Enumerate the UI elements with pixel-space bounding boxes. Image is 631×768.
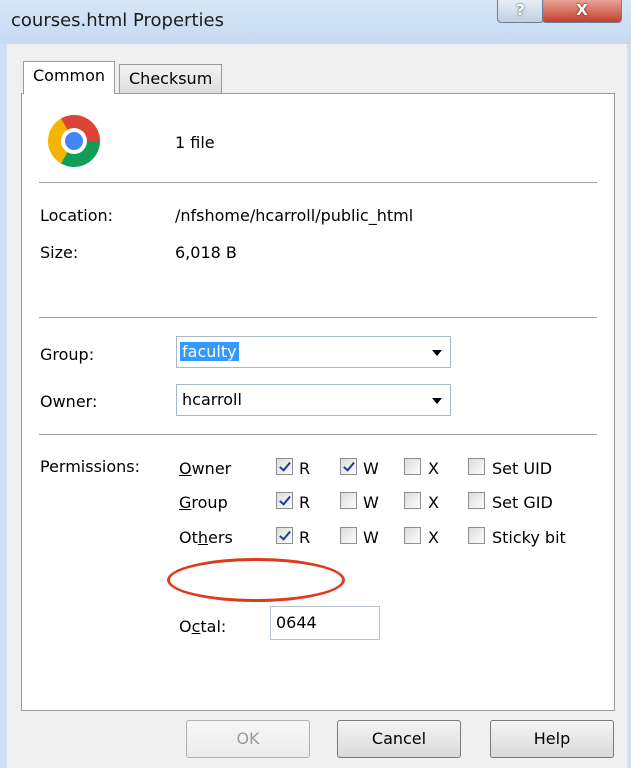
group-read-checkbox[interactable]	[276, 492, 293, 509]
perm-row-group-label: Group	[179, 493, 228, 512]
chevron-down-icon[interactable]	[432, 350, 442, 356]
others-execute-label: X	[428, 528, 439, 547]
others-read-checkbox[interactable]	[276, 527, 293, 544]
perm-row-owner-label: Owner	[179, 459, 232, 478]
octal-value: 0644	[276, 613, 317, 632]
tab-panel-common: 1 file Location: /nfshome/hcarroll/publi…	[21, 93, 615, 711]
owner-execute-checkbox[interactable]	[404, 458, 421, 475]
size-value: 6,018 B	[175, 243, 237, 262]
sticky-bit-label: Sticky bit	[492, 528, 566, 547]
title-bar: courses.html Properties ? X	[0, 0, 631, 44]
help-button[interactable]: Help	[490, 720, 614, 758]
separator	[39, 182, 597, 183]
dialog-body: Common Checksum 1 file Location: /nfshom…	[7, 44, 627, 768]
tab-checksum[interactable]: Checksum	[119, 64, 223, 94]
owner-write-label: W	[363, 459, 379, 478]
group-read-label: R	[299, 493, 311, 512]
help-title-button[interactable]: ?	[497, 0, 544, 23]
tab-common[interactable]: Common	[23, 61, 116, 94]
set-gid-checkbox[interactable]	[468, 492, 485, 509]
group-write-label: W	[363, 493, 379, 512]
highlight-circle	[167, 558, 345, 602]
ok-button[interactable]: OK	[186, 720, 310, 758]
group-execute-checkbox[interactable]	[404, 492, 421, 509]
owner-read-checkbox[interactable]	[276, 458, 293, 475]
file-count: 1 file	[175, 133, 215, 152]
group-label: Group:	[40, 345, 95, 364]
owner-read-label: R	[299, 459, 311, 478]
octal-label: Octal:	[179, 617, 227, 636]
owner-select[interactable]: hcarroll	[176, 384, 451, 416]
others-execute-checkbox[interactable]	[404, 527, 421, 544]
close-button[interactable]: X	[542, 0, 622, 23]
set-uid-label: Set UID	[492, 459, 553, 478]
permissions-label: Permissions:	[40, 457, 141, 476]
window-title: courses.html Properties	[11, 10, 224, 31]
octal-input[interactable]: 0644	[270, 606, 380, 640]
separator	[39, 434, 597, 435]
owner-write-checkbox[interactable]	[340, 458, 357, 475]
sticky-bit-checkbox[interactable]	[468, 527, 485, 544]
set-uid-checkbox[interactable]	[468, 458, 485, 475]
size-label: Size:	[40, 243, 79, 262]
separator	[39, 317, 597, 318]
owner-execute-label: X	[428, 459, 439, 478]
group-value: faculty	[180, 342, 239, 361]
cancel-button[interactable]: Cancel	[337, 720, 461, 758]
owner-value: hcarroll	[182, 390, 242, 409]
set-gid-label: Set GID	[492, 493, 553, 512]
location-value: /nfshome/hcarroll/public_html	[175, 206, 414, 225]
others-read-label: R	[299, 528, 311, 547]
chrome-icon	[48, 115, 100, 167]
group-execute-label: X	[428, 493, 439, 512]
others-write-checkbox[interactable]	[340, 527, 357, 544]
location-label: Location:	[40, 206, 114, 225]
perm-row-others-label: Others	[179, 528, 233, 547]
owner-label: Owner:	[40, 392, 98, 411]
group-select[interactable]: faculty	[176, 336, 451, 368]
chevron-down-icon[interactable]	[432, 398, 442, 404]
group-write-checkbox[interactable]	[340, 492, 357, 509]
others-write-label: W	[363, 528, 379, 547]
